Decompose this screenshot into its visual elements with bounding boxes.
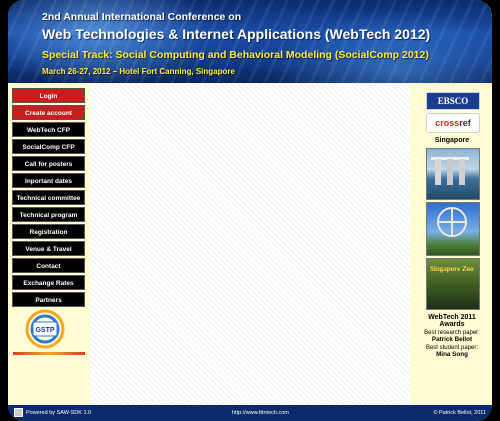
- photo-singapore-zoo: Singapore Zoo: [426, 258, 480, 310]
- gstp-logo-bar: [13, 352, 85, 355]
- nav-technical-committee[interactable]: Technical committee: [12, 190, 85, 205]
- crossref-logo[interactable]: crossref: [426, 113, 480, 133]
- banner-line-1: 2nd Annual International Conference on: [42, 11, 242, 23]
- nav-menu: Login Create account WebTech CFP SocialC…: [12, 88, 85, 309]
- photo-marina-bay-sands: [426, 148, 480, 200]
- mbs-tower-3: [459, 159, 465, 185]
- footer-copyright: © Patrick Bellot, 2011: [433, 410, 486, 416]
- nav-webtech-cfp[interactable]: WebTech CFP: [12, 122, 85, 137]
- student-paper-winner: Mina Song: [436, 351, 468, 358]
- nav-venue-travel[interactable]: Venue & Travel: [12, 241, 85, 256]
- crossref-logo-part-1: cross: [435, 118, 460, 128]
- nav-socialcomp-cfp[interactable]: SocialComp CFP: [12, 139, 85, 154]
- ebsco-logo[interactable]: EBSCO: [426, 92, 480, 110]
- crossref-logo-part-2: ref: [459, 118, 471, 128]
- nav-call-for-posters[interactable]: Call for posters: [12, 156, 85, 171]
- svg-text:GSTP: GSTP: [35, 327, 54, 334]
- footer-powered-label: Powered by SAW-SDK 1.0: [26, 410, 92, 416]
- footer-powered-by[interactable]: Powered by SAW-SDK 1.0: [14, 406, 91, 420]
- footer-url-link[interactable]: http://www.tttntech.com: [232, 406, 289, 420]
- ferris-wheel-icon: [437, 207, 467, 237]
- nav-registration[interactable]: Registration: [12, 224, 85, 239]
- mbs-tower-2: [447, 159, 453, 185]
- nav-login[interactable]: Login: [12, 88, 85, 103]
- research-paper-winner: Patrick Bellot: [431, 336, 473, 343]
- footer: Powered by SAW-SDK 1.0 http://www.tttnte…: [8, 405, 492, 421]
- banner-special-track: Special Track: Social Computing and Beha…: [42, 49, 429, 61]
- awards-block: WebTech 2011 Awards Best research paper:…: [416, 314, 488, 358]
- banner-title: Web Technologies & Internet Applications…: [42, 26, 431, 42]
- nav-partners[interactable]: Partners: [12, 292, 85, 307]
- nav-important-dates[interactable]: Inportant dates: [12, 173, 85, 188]
- nav-create-account[interactable]: Create account: [12, 105, 85, 120]
- zoo-sign: Singapore Zoo: [430, 265, 474, 273]
- singapore-heading: Singapore: [434, 137, 470, 144]
- mbs-tower-1: [435, 159, 441, 185]
- page-frame: 2nd Annual International Conference on W…: [8, 0, 492, 421]
- gstp-logo-icon[interactable]: GSTP: [22, 309, 68, 349]
- nav-exchange-rates[interactable]: Exchange Rates: [12, 275, 85, 290]
- photo-singapore-flyer: [426, 202, 480, 256]
- awards-title: WebTech 2011 Awards: [428, 314, 476, 328]
- banner: 2nd Annual International Conference on W…: [8, 0, 492, 83]
- nav-technical-program[interactable]: Technical program: [12, 207, 85, 222]
- main-content-area: [90, 83, 410, 405]
- nav-contact[interactable]: Contact: [12, 258, 85, 273]
- banner-date-venue: March 26-27, 2012 – Hotel Fort Canning, …: [42, 67, 235, 76]
- sdk-icon: [14, 408, 23, 418]
